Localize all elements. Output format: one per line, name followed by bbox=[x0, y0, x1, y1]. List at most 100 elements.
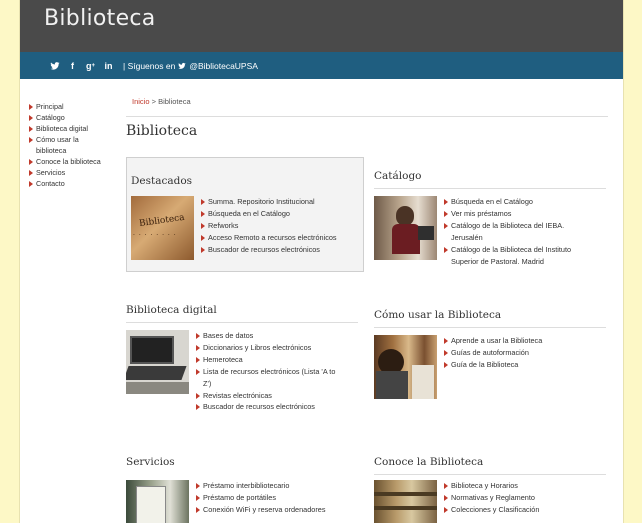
sidebar-nav: Principal Catálogo Biblioteca digital Có… bbox=[29, 101, 109, 189]
link-hemeroteca[interactable]: Hemeroteca bbox=[196, 354, 335, 366]
page-title: Biblioteca bbox=[126, 123, 198, 139]
arrow-right-icon bbox=[444, 199, 448, 205]
arrow-right-icon bbox=[196, 506, 200, 513]
divider bbox=[126, 116, 608, 117]
arrow-right-icon bbox=[196, 344, 200, 351]
breadcrumb-separator: > bbox=[151, 97, 156, 106]
social-bar: f g + in | Síguenos en @BibliotecaUPSA bbox=[20, 52, 623, 79]
google-plus-icon[interactable]: g + bbox=[84, 59, 97, 72]
section-divider bbox=[126, 474, 358, 475]
como-usar-thumbnail[interactable] bbox=[374, 335, 437, 399]
servicios-links: Préstamo interbibliotecario Préstamo de … bbox=[196, 480, 325, 523]
breadcrumb-home-link[interactable]: Inicio bbox=[132, 97, 150, 106]
link-lista-a-z-cont[interactable]: Z') bbox=[196, 378, 335, 390]
arrow-right-icon bbox=[196, 356, 200, 363]
page-frame: Biblioteca f g + in | Síguenos en @Biblio… bbox=[19, 0, 624, 523]
section-divider bbox=[126, 322, 358, 323]
link-wifi-ordenadores[interactable]: Conexión WiFi y reserva ordenadores bbox=[196, 504, 325, 516]
sidebar-item-conoce[interactable]: Conoce la biblioteca bbox=[29, 156, 109, 167]
link-catalogo-ieba-cont[interactable]: Jerusalén bbox=[444, 232, 571, 244]
arrow-right-icon bbox=[444, 222, 448, 229]
arrow-right-icon bbox=[444, 361, 448, 368]
arrow-right-icon bbox=[29, 125, 33, 132]
arrow-right-icon bbox=[444, 506, 448, 513]
link-buscador-recursos[interactable]: Buscador de recursos electrónicos bbox=[201, 244, 337, 256]
arrow-right-icon bbox=[29, 180, 33, 187]
arrow-right-icon bbox=[196, 392, 200, 399]
linkedin-icon[interactable]: in bbox=[102, 59, 115, 72]
site-title[interactable]: Biblioteca bbox=[44, 6, 156, 31]
sidebar-item-biblioteca-digital[interactable]: Biblioteca digital bbox=[29, 123, 109, 134]
sidebar-item-contacto[interactable]: Contacto bbox=[29, 178, 109, 189]
link-mis-prestamos[interactable]: Ver mis préstamos bbox=[444, 208, 571, 220]
link-bases-datos[interactable]: Bases de datos bbox=[196, 330, 335, 342]
link-normativas[interactable]: Normativas y Reglamento bbox=[444, 492, 539, 504]
sidebar-item-como-usar-cont[interactable]: biblioteca bbox=[29, 145, 109, 156]
section-title: Biblioteca digital bbox=[126, 304, 217, 316]
section-title: Servicios bbox=[126, 456, 175, 468]
link-biblioteca-horarios[interactable]: Biblioteca y Horarios bbox=[444, 480, 539, 492]
section-title: Catálogo bbox=[374, 170, 422, 182]
facebook-icon[interactable]: f bbox=[66, 59, 79, 72]
servicios-thumbnail[interactable] bbox=[126, 480, 189, 523]
digital-links: Bases de datos Diccionarios y Libros ele… bbox=[196, 330, 335, 413]
arrow-right-icon bbox=[444, 338, 448, 344]
arrow-right-icon bbox=[29, 158, 33, 165]
conoce-thumbnail[interactable] bbox=[374, 480, 437, 523]
arrow-right-icon bbox=[201, 234, 205, 241]
como-usar-links: Aprende a usar la Biblioteca Guías de au… bbox=[444, 335, 542, 399]
sidebar-item-catalogo[interactable]: Catálogo bbox=[29, 112, 109, 123]
link-prestamo-interbibliotecario[interactable]: Préstamo interbibliotecario bbox=[196, 480, 325, 492]
section-catalogo: Catálogo Búsqueda en el Catálogo Ver mis… bbox=[374, 170, 606, 267]
section-divider bbox=[374, 188, 606, 189]
catalogo-links: Búsqueda en el Catálogo Ver mis préstamo… bbox=[444, 196, 571, 267]
link-acceso-remoto[interactable]: Acceso Remoto a recursos electrónicos bbox=[201, 232, 337, 244]
link-busqueda-catalogo[interactable]: Búsqueda en el Catálogo bbox=[201, 208, 337, 220]
link-guias-autoformacion[interactable]: Guías de autoformación bbox=[444, 347, 542, 359]
sidebar-item-como-usar[interactable]: Cómo usar la bbox=[29, 134, 109, 145]
link-colecciones[interactable]: Colecciones y Clasificación bbox=[444, 504, 539, 516]
arrow-right-icon bbox=[196, 368, 200, 375]
sidebar-item-servicios[interactable]: Servicios bbox=[29, 167, 109, 178]
link-revistas[interactable]: Revistas electrónicas bbox=[196, 390, 335, 402]
section-divider bbox=[374, 327, 606, 328]
twitter-icon[interactable] bbox=[48, 59, 61, 72]
section-title: Conoce la Biblioteca bbox=[374, 456, 484, 468]
section-biblioteca-digital: Biblioteca digital Bases de datos Diccio… bbox=[126, 304, 358, 413]
catalogo-thumbnail[interactable] bbox=[374, 196, 437, 260]
arrow-right-icon bbox=[196, 404, 200, 411]
link-catalogo-ieba[interactable]: Catálogo de la Biblioteca del IEBA. bbox=[444, 220, 571, 232]
link-diccionarios[interactable]: Diccionarios y Libros electrónicos bbox=[196, 342, 335, 354]
link-busqueda-catalogo[interactable]: Búsqueda en el Catálogo bbox=[444, 196, 571, 208]
arrow-right-icon bbox=[29, 136, 33, 143]
twitter-handle[interactable]: @BibliotecaUPSA bbox=[189, 61, 258, 71]
link-guia-biblioteca[interactable]: Guía de la Biblioteca bbox=[444, 359, 542, 371]
section-title: Cómo usar la Biblioteca bbox=[374, 309, 502, 321]
link-catalogo-pastoral-cont[interactable]: Superior de Pastoral. Madrid bbox=[444, 256, 571, 268]
section-conoce: Conoce la Biblioteca Biblioteca y Horari… bbox=[374, 456, 606, 523]
arrow-right-icon bbox=[196, 494, 200, 501]
link-catalogo-pastoral[interactable]: Catálogo de la Biblioteca del Instituto bbox=[444, 244, 571, 256]
section-title: Destacados bbox=[131, 175, 193, 187]
digital-thumbnail[interactable] bbox=[126, 330, 189, 394]
arrow-right-icon bbox=[196, 333, 200, 339]
arrow-right-icon bbox=[29, 103, 33, 110]
arrow-right-icon bbox=[29, 169, 33, 176]
link-refworks[interactable]: Refworks bbox=[201, 220, 337, 232]
arrow-right-icon bbox=[444, 246, 448, 253]
link-prestamo-portatiles[interactable]: Préstamo de portátiles bbox=[196, 492, 325, 504]
arrow-right-icon bbox=[444, 210, 448, 217]
link-buscador-recursos[interactable]: Buscador de recursos electrónicos bbox=[196, 401, 335, 413]
follow-text[interactable]: | Síguenos en @BibliotecaUPSA bbox=[123, 61, 258, 71]
link-summa[interactable]: Summa. Repositorio Institucional bbox=[201, 196, 337, 208]
sidebar-item-principal[interactable]: Principal bbox=[29, 101, 109, 112]
arrow-right-icon bbox=[201, 222, 205, 229]
arrow-right-icon bbox=[444, 483, 448, 489]
destacados-thumbnail[interactable]: Biblioteca · · · · · · · · bbox=[131, 196, 194, 260]
section-como-usar: Cómo usar la Biblioteca Aprende a usar l… bbox=[374, 309, 606, 399]
conoce-links: Biblioteca y Horarios Normativas y Regla… bbox=[444, 480, 539, 523]
link-lista-a-z[interactable]: Lista de recursos electrónicos (Lista 'A… bbox=[196, 366, 335, 378]
link-aprende-usar[interactable]: Aprende a usar la Biblioteca bbox=[444, 335, 542, 347]
section-destacados: Destacados Biblioteca · · · · · · · · Su… bbox=[126, 157, 364, 272]
arrow-right-icon bbox=[201, 199, 205, 205]
